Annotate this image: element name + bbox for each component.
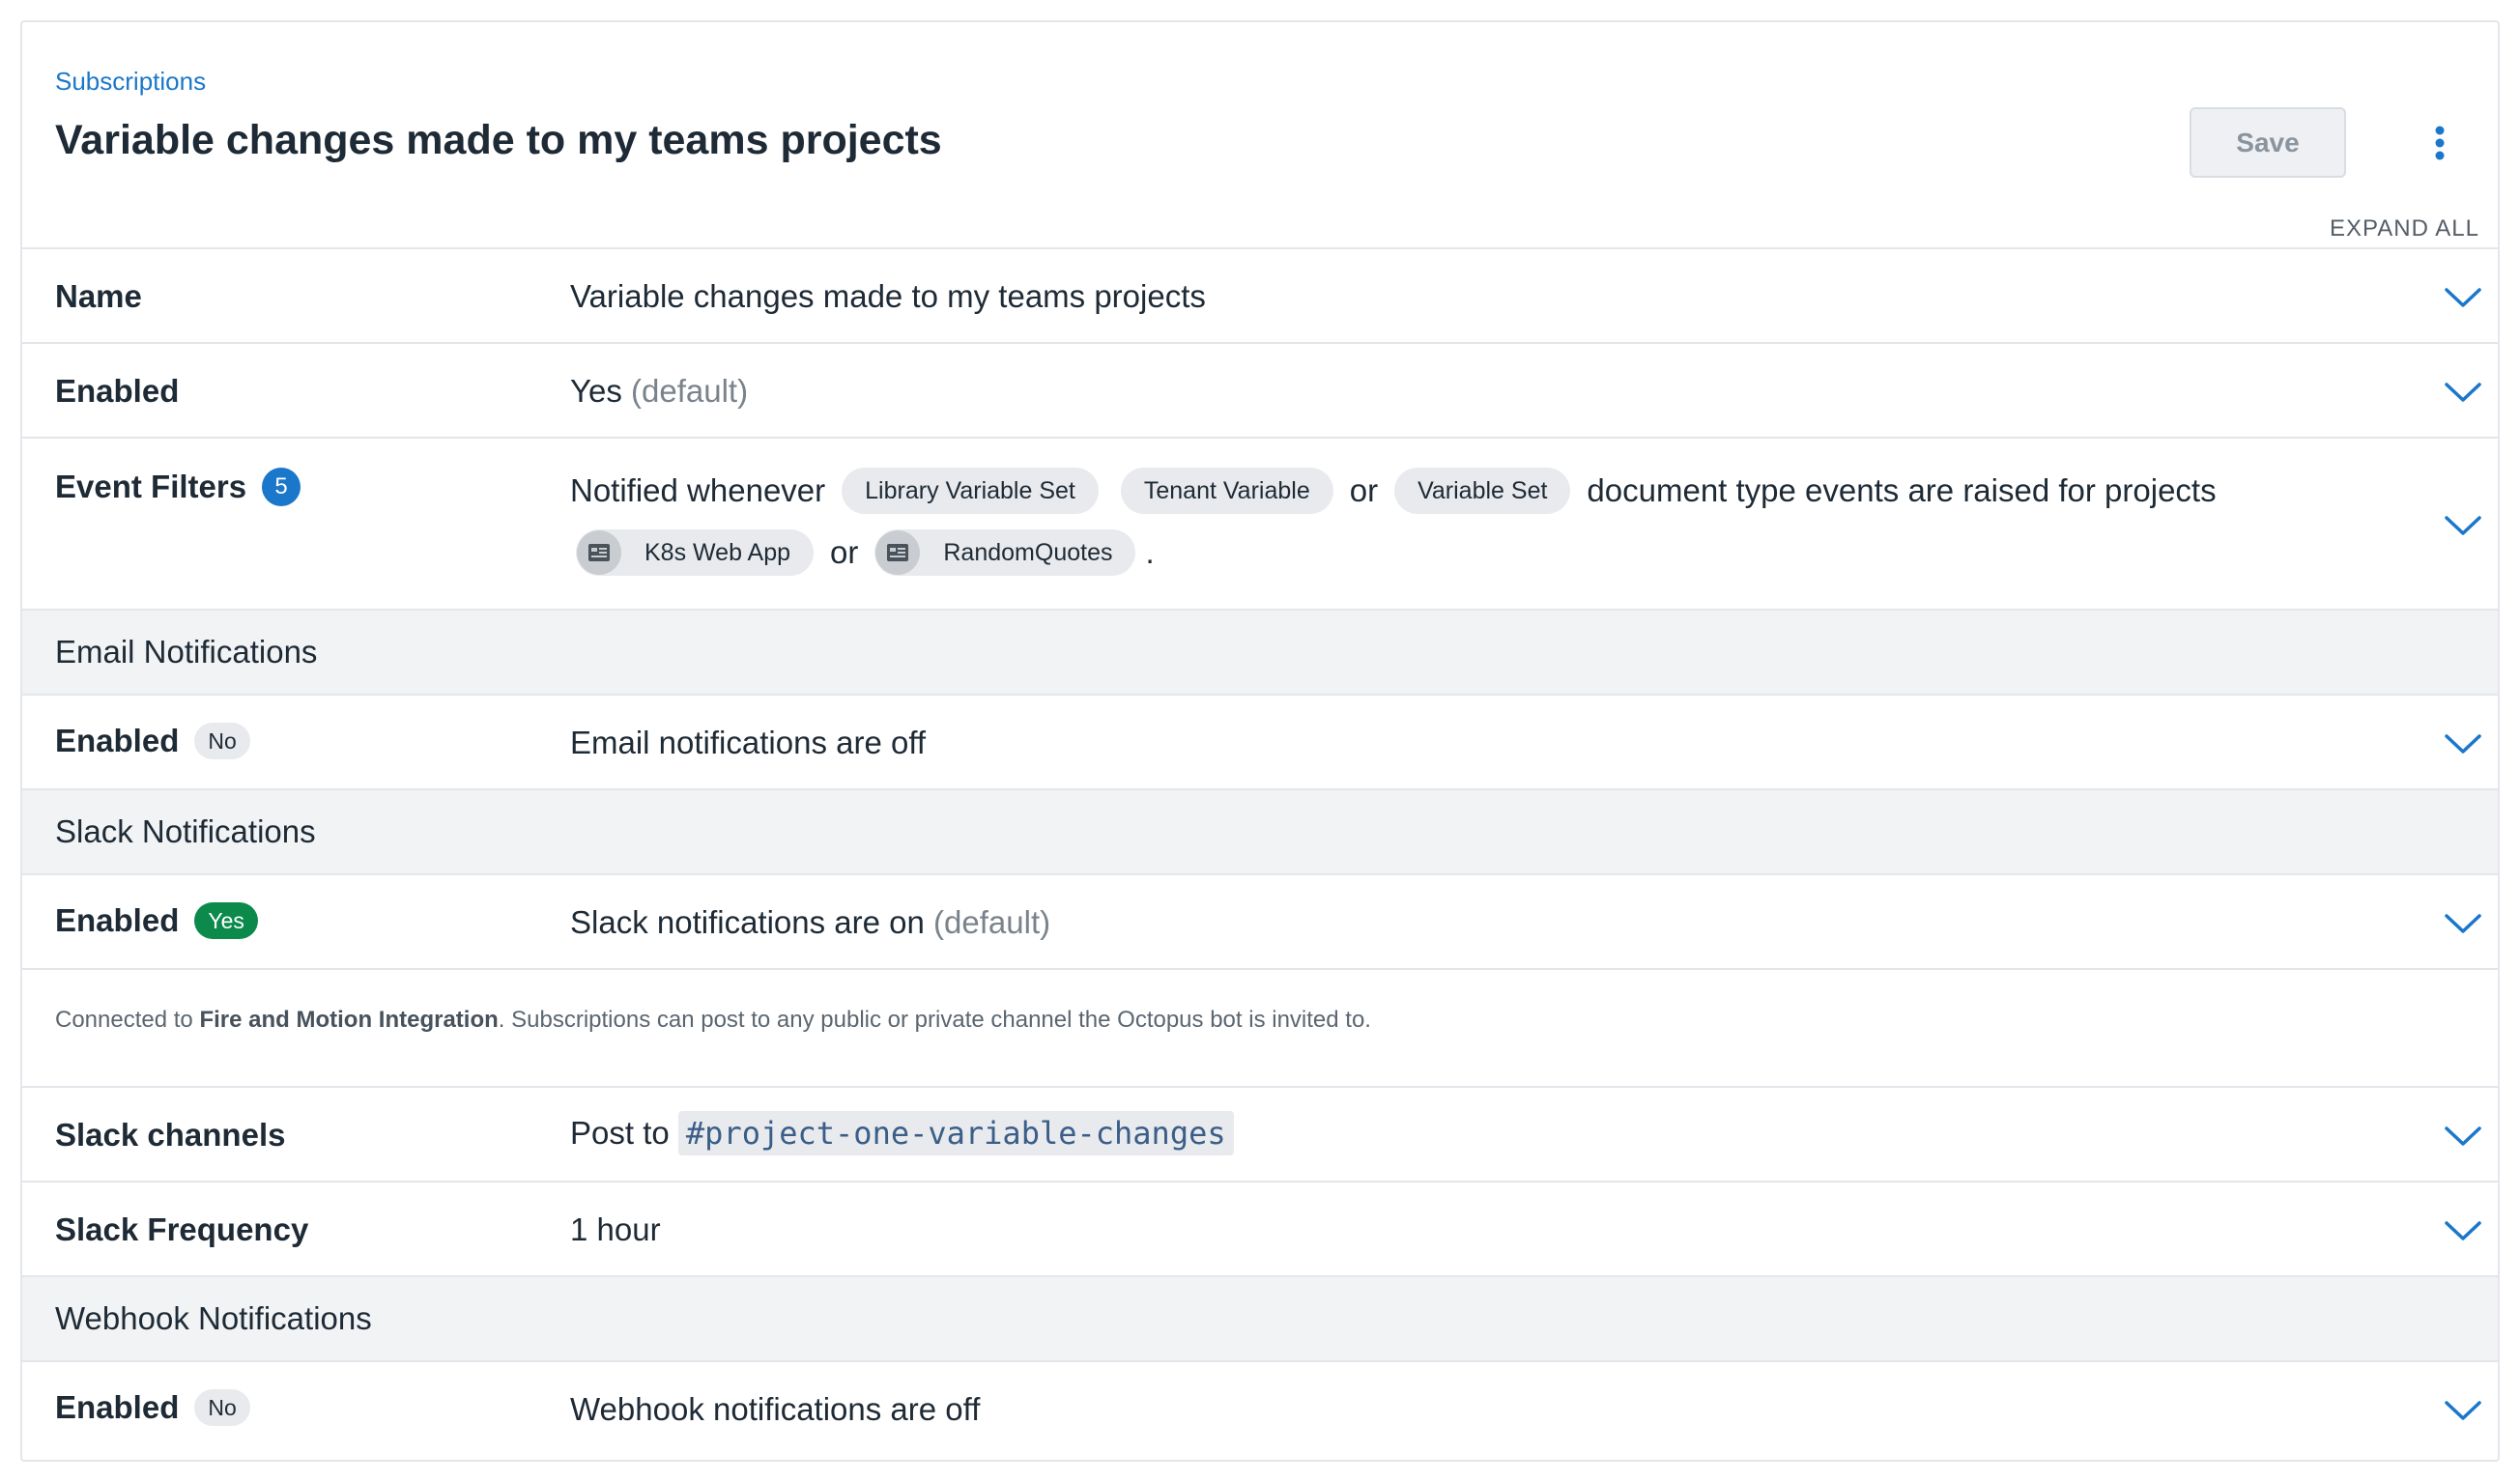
breadcrumb-subscriptions[interactable]: Subscriptions [55,67,206,97]
enabled-label: Enabled [55,373,180,409]
webhook-notifications-section: Webhook Notifications [22,1277,2498,1362]
slack-channels-label: Slack channels [55,1117,286,1153]
chevron-down-icon[interactable] [2443,1123,2483,1150]
email-enabled-row[interactable]: Enabled No Email notifications are off [22,696,2498,790]
project-logo-icon [875,530,921,575]
slack-frequency-value: 1 hour [570,1211,661,1247]
integration-name: Fire and Motion Integration [199,1007,499,1033]
project-chip: RandomQuotes [874,529,1136,576]
slack-status-text: Slack notifications are on [570,904,925,940]
slack-status-value: Slack notifications are on (default) [570,904,1050,941]
enabled-value-text: Yes [570,373,622,409]
name-value: Variable changes made to my teams projec… [570,278,1206,314]
slack-channels-value: Post to #project-one-variable-changes [570,1111,1234,1155]
slack-integration-info: Connected to Fire and Motion Integration… [22,970,2498,1088]
name-label: Name [55,278,142,314]
doc-type-chip: Library Variable Set [842,468,1099,514]
webhook-enabled-row[interactable]: Enabled No Webhook notifications are off [22,1362,2498,1457]
section-title: Email Notifications [55,634,318,670]
or-text: or [1349,472,1379,508]
page-header: Subscriptions Variable changes made to m… [22,22,2498,249]
slack-frequency-label: Slack Frequency [55,1211,309,1247]
vertical-ellipsis-icon [2435,126,2445,160]
email-notifications-section: Email Notifications [22,611,2498,696]
or-text: or [830,534,859,570]
section-title: Slack Notifications [55,813,316,849]
event-filters-row[interactable]: Event Filters 5 Notified whenever Librar… [22,439,2498,611]
enabled-value: Yes (default) [570,373,748,410]
chevron-down-icon[interactable] [2443,1397,2483,1424]
enabled-default-text: (default) [631,373,749,409]
chevron-down-icon[interactable] [2443,1217,2483,1244]
slack-default-text: (default) [933,904,1051,940]
project-name: RandomQuotes [943,539,1113,566]
event-filters-title: Event Filters [55,469,247,504]
filters-middle-text: document type events are raised for proj… [1587,472,2217,508]
enabled-label-text: Enabled [55,1389,180,1425]
page-title: Variable changes made to my teams projec… [55,117,942,163]
slack-channels-row[interactable]: Slack channels Post to #project-one-vari… [22,1088,2498,1183]
chevron-down-icon[interactable] [2443,284,2483,311]
filter-count-badge: 5 [262,468,301,506]
email-status-value: Email notifications are off [570,725,927,760]
doc-type-chip: Tenant Variable [1120,468,1333,514]
chevron-down-icon[interactable] [2443,379,2483,406]
enabled-row[interactable]: Enabled Yes (default) [22,344,2498,439]
period-text: . [1145,534,1155,570]
subscription-panel: Subscriptions Variable changes made to m… [20,20,2500,1462]
webhook-status-value: Webhook notifications are off [570,1391,981,1427]
integration-info-text: Connected to Fire and Motion Integration… [55,1007,1371,1034]
project-logo-icon [577,530,621,575]
status-badge: No [194,1389,250,1426]
expand-all-link[interactable]: EXPAND ALL [2330,215,2479,242]
save-button[interactable]: Save [2190,107,2346,178]
event-filters-label: Event Filters 5 [55,468,301,506]
slack-notifications-section: Slack Notifications [22,790,2498,875]
chevron-down-icon[interactable] [2443,730,2483,757]
status-badge: Yes [194,902,258,939]
email-enabled-label: Enabled No [55,723,250,759]
filters-prefix-text: Notified whenever [570,472,826,508]
more-actions-button[interactable] [2414,117,2466,169]
chevron-down-icon[interactable] [2443,512,2483,539]
doc-type-chip: Variable Set [1394,468,1571,514]
slack-enabled-row[interactable]: Enabled Yes Slack notifications are on (… [22,875,2498,970]
enabled-label-text: Enabled [55,723,180,758]
project-chip: K8s Web App [576,529,815,576]
info-prefix: Connected to [55,1007,193,1033]
chevron-down-icon[interactable] [2443,910,2483,937]
channel-name: #project-one-variable-changes [677,1111,1234,1155]
event-filters-summary: Notified whenever Library Variable Set T… [570,468,2387,576]
status-badge: No [194,723,250,759]
slack-frequency-row[interactable]: Slack Frequency 1 hour [22,1183,2498,1277]
webhook-enabled-label: Enabled No [55,1389,250,1426]
slack-enabled-label: Enabled Yes [55,902,258,939]
post-to-text: Post to [570,1115,670,1151]
name-row[interactable]: Name Variable changes made to my teams p… [22,249,2498,344]
project-name: K8s Web App [644,539,791,566]
section-title: Webhook Notifications [55,1300,372,1336]
info-suffix: . Subscriptions can post to any public o… [498,1007,1371,1033]
enabled-label-text: Enabled [55,902,180,938]
